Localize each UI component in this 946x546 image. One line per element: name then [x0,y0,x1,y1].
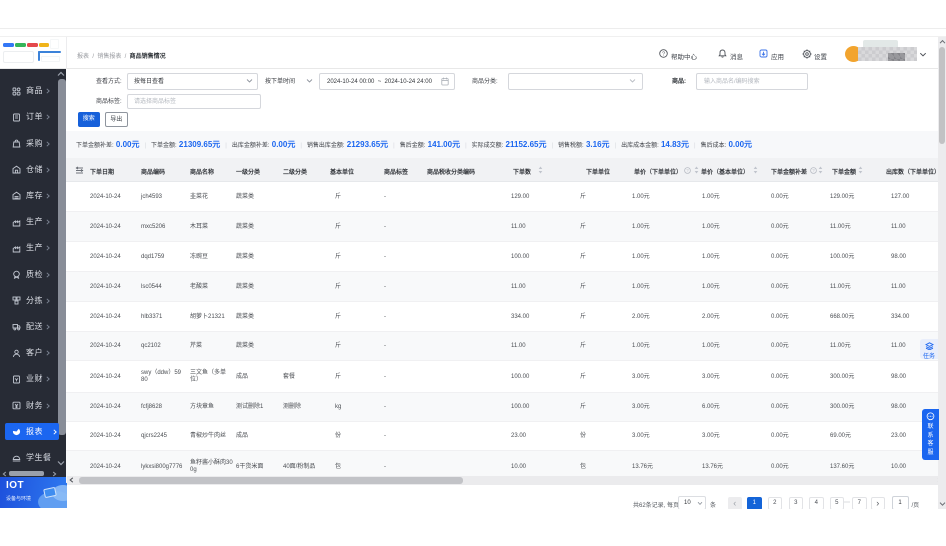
svg-text:?: ? [812,168,815,173]
svg-text:?: ? [662,52,665,58]
svg-text:?: ? [686,168,689,173]
